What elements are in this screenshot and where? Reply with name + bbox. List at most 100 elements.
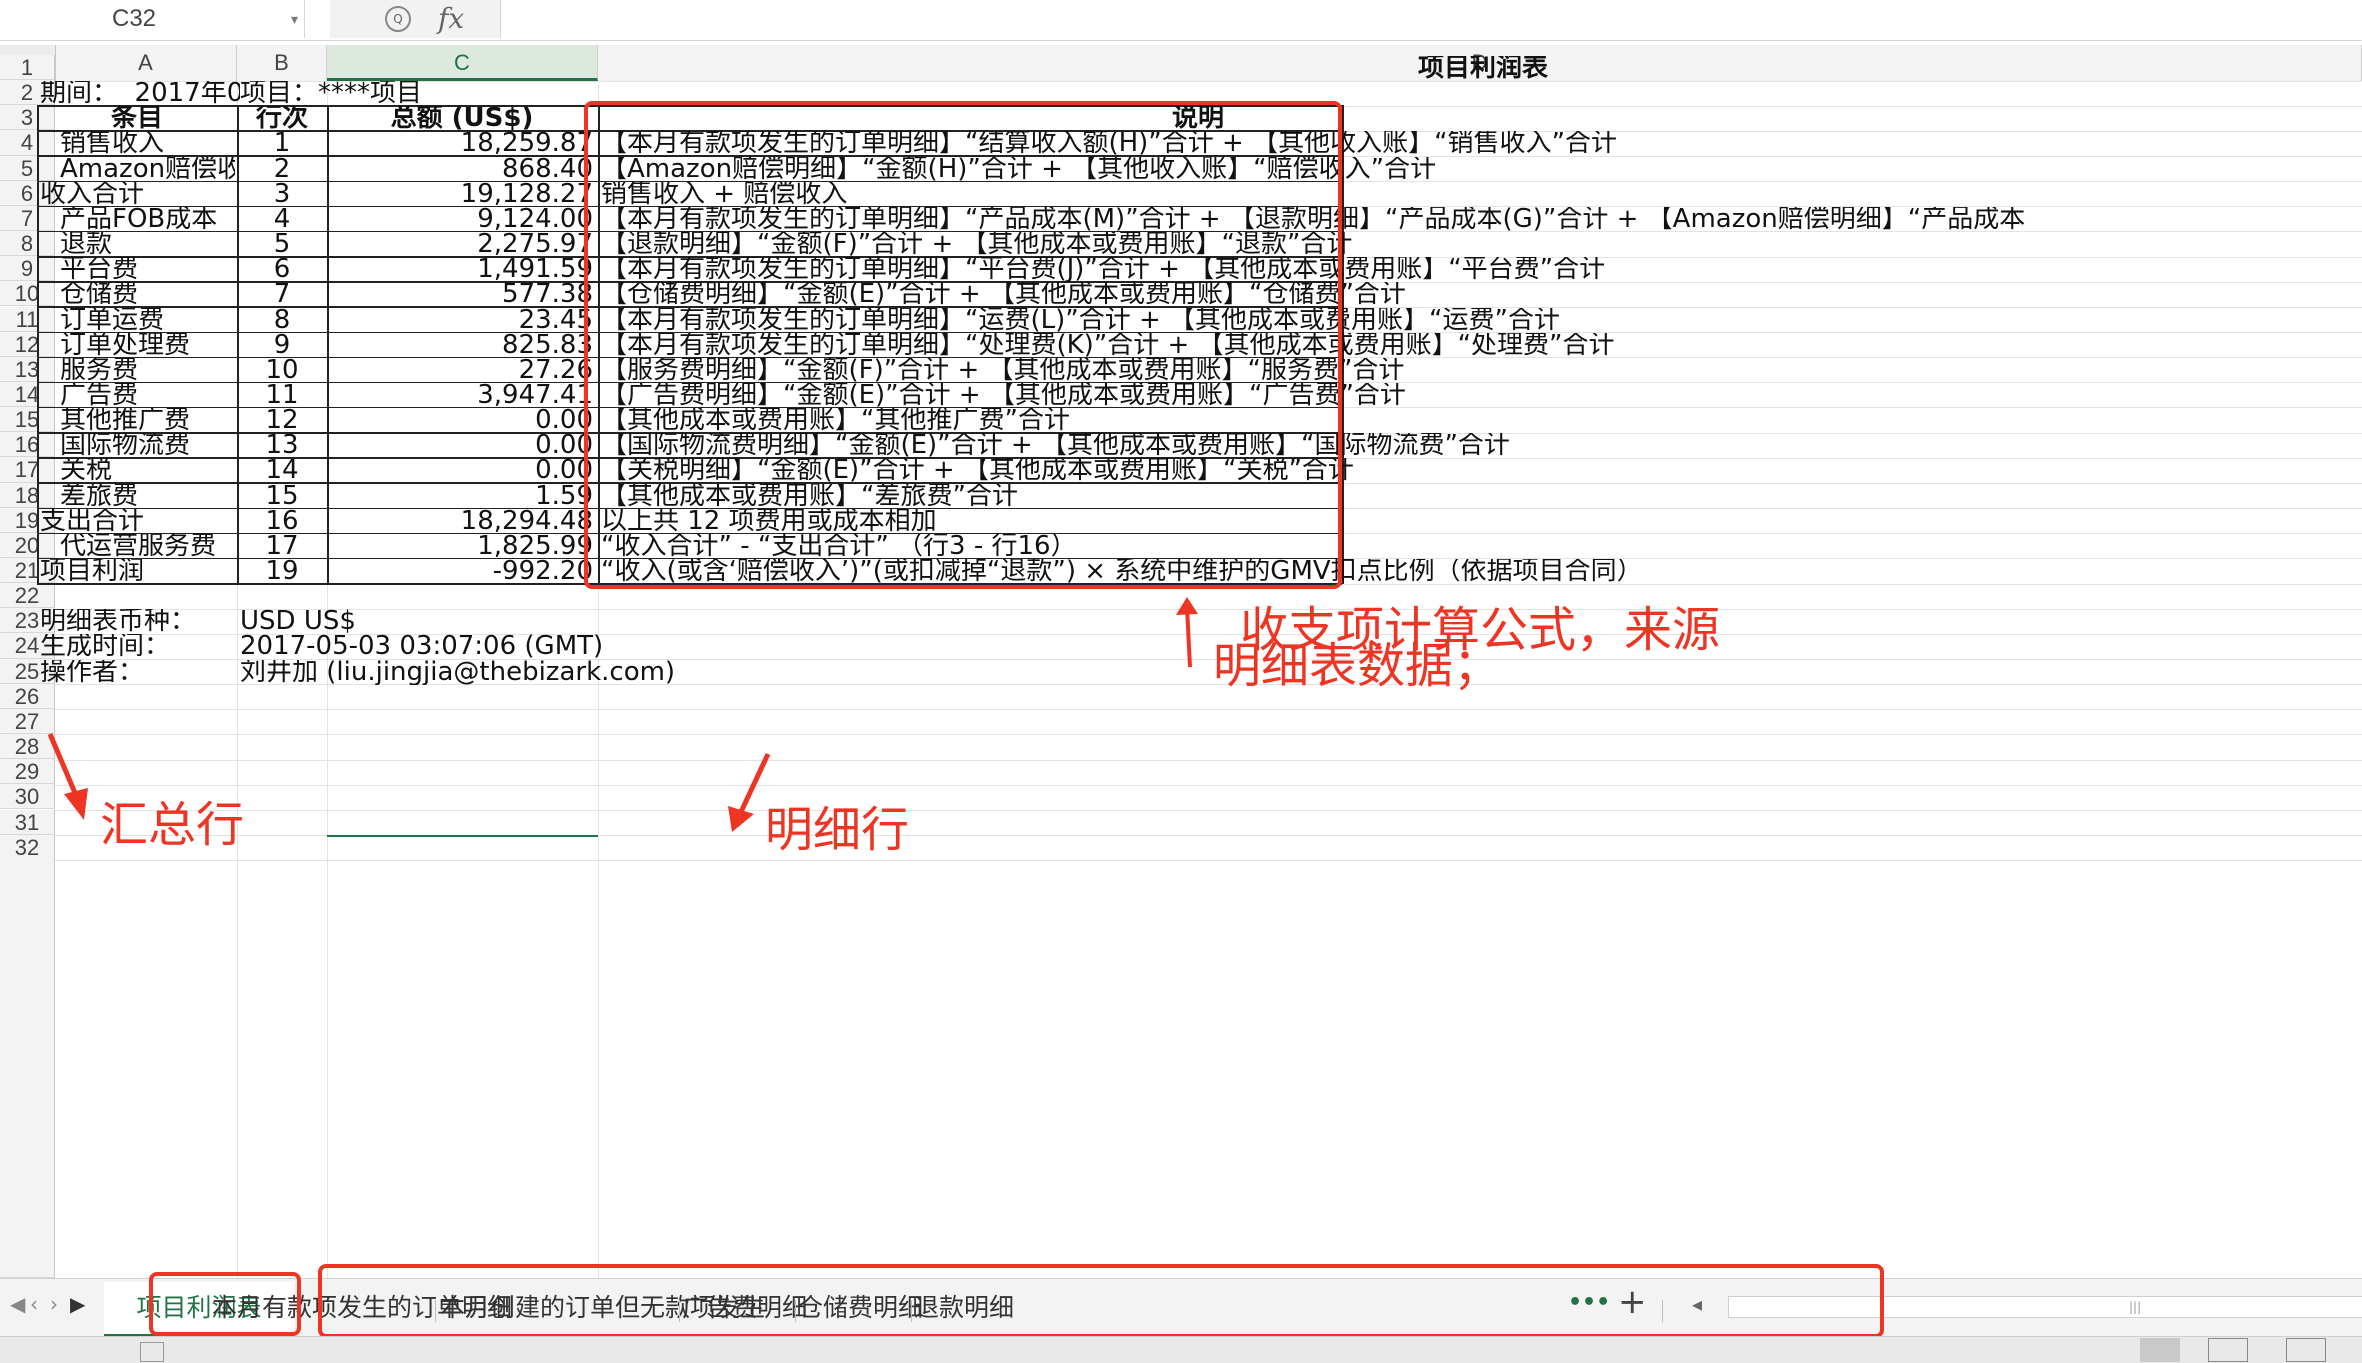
total-cell[interactable]: 18,259.87 — [327, 131, 595, 156]
row-number-cell[interactable]: 8 — [237, 308, 327, 333]
total-cell[interactable]: 0.00 — [327, 408, 595, 433]
row-header-16[interactable]: 16 — [0, 432, 55, 458]
total-cell[interactable]: 3,947.41 — [327, 383, 595, 408]
row-header-11[interactable]: 11 — [0, 306, 55, 332]
tab-nav-first-icon[interactable]: ◀ — [10, 1292, 25, 1316]
name-box[interactable]: C32 ▾ — [0, 0, 305, 38]
row-number-cell[interactable]: 9 — [237, 333, 327, 358]
item-cell[interactable]: 差旅费 — [60, 484, 235, 509]
tab-nav-last-icon[interactable]: ▶ — [70, 1292, 85, 1316]
total-cell[interactable]: 1.59 — [327, 484, 595, 509]
item-cell[interactable]: 订单运费 — [60, 308, 235, 333]
arrow-down-icon — [47, 733, 88, 820]
item-cell[interactable]: 支出合计 — [40, 509, 235, 534]
row-header-1[interactable]: 1 — [0, 55, 55, 81]
total-cell[interactable]: 0.00 — [327, 433, 595, 458]
item-cell[interactable]: 关税 — [60, 458, 235, 483]
total-cell[interactable]: 1,491.59 — [327, 257, 595, 282]
item-cell[interactable]: 广告费 — [60, 383, 235, 408]
item-cell[interactable]: 平台费 — [60, 257, 235, 282]
row-header-32[interactable]: 32 — [0, 834, 55, 1278]
row-number-cell[interactable]: 13 — [237, 433, 327, 458]
row-header-22[interactable]: 22 — [0, 583, 55, 609]
chevron-down-icon[interactable]: ▾ — [291, 0, 298, 38]
row-header-27[interactable]: 27 — [0, 708, 55, 735]
footer-value[interactable]: 2017-05-03 03:07:06 (GMT) — [240, 634, 840, 659]
total-cell[interactable]: 868.40 — [327, 157, 595, 182]
gridline-h — [55, 809, 2362, 811]
total-cell[interactable]: 0.00 — [327, 458, 595, 483]
row-number-cell[interactable]: 1 — [237, 131, 327, 156]
row-header-15[interactable]: 15 — [0, 407, 55, 433]
item-cell[interactable]: 项目利润 — [40, 559, 235, 584]
row-number-cell[interactable]: 7 — [237, 282, 327, 307]
total-cell[interactable]: 19,128.27 — [327, 182, 595, 207]
footer-label[interactable]: 操作者： — [40, 660, 235, 685]
row-number-cell[interactable]: 19 — [237, 559, 327, 584]
item-cell[interactable]: Amazon赔偿收入 — [60, 157, 235, 182]
summary-note: 汇总行 — [100, 797, 245, 853]
row-number-cell[interactable]: 12 — [237, 408, 327, 433]
row-header-17[interactable]: 17 — [0, 457, 55, 483]
row-header-14[interactable]: 14 — [0, 381, 55, 408]
item-cell[interactable]: 收入合计 — [40, 182, 235, 207]
footer-label[interactable]: 明细表币种： — [40, 609, 235, 634]
gridline-h — [55, 734, 2362, 736]
sheet-list-icon[interactable] — [140, 1342, 164, 1362]
item-cell[interactable]: 国际物流费 — [60, 433, 235, 458]
page-layout-view-icon[interactable] — [2208, 1338, 2248, 1362]
zoom-icon[interactable]: Q — [385, 6, 411, 32]
row-number-cell[interactable]: 6 — [237, 257, 327, 282]
row-number-cell[interactable]: 14 — [237, 458, 327, 483]
function-icon[interactable]: fx — [438, 2, 464, 35]
row-header-18[interactable]: 18 — [0, 482, 55, 508]
row-number-cell[interactable]: 10 — [237, 358, 327, 383]
item-cell[interactable]: 服务费 — [60, 358, 235, 383]
row-number-cell[interactable]: 5 — [237, 232, 327, 257]
row-header-26[interactable]: 26 — [0, 683, 55, 709]
total-cell[interactable]: 825.83 — [327, 333, 595, 358]
tab-nav-next-icon[interactable]: › — [50, 1292, 58, 1316]
total-cell[interactable]: 18,294.48 — [327, 509, 595, 534]
item-cell[interactable]: 仓储费 — [60, 282, 235, 307]
row-header-13[interactable]: 13 — [0, 356, 55, 382]
tab-nav-prev-icon[interactable]: ‹ — [30, 1292, 38, 1316]
row-number-cell[interactable]: 4 — [237, 207, 327, 232]
row-header-9[interactable]: 9 — [0, 256, 55, 282]
row-number-cell[interactable]: 2 — [237, 157, 327, 182]
column-header-b[interactable]: B — [237, 45, 327, 81]
total-cell[interactable]: -992.20 — [327, 559, 595, 584]
footer-value[interactable]: USD US$ — [240, 609, 840, 634]
footer-value[interactable]: 刘井加 (liu.jingjia@thebizark.com) — [240, 660, 840, 685]
row-header-4[interactable]: 4 — [0, 130, 55, 156]
footer-label[interactable]: 生成时间： — [40, 634, 235, 659]
total-cell[interactable]: 577.38 — [327, 282, 595, 307]
row-number-cell[interactable]: 16 — [237, 509, 327, 534]
row-header-20[interactable]: 20 — [0, 532, 55, 558]
normal-view-icon[interactable] — [2140, 1338, 2180, 1362]
row-number-cell[interactable]: 11 — [237, 383, 327, 408]
item-cell[interactable]: 销售收入 — [60, 131, 235, 156]
row-number-cell[interactable]: 17 — [237, 534, 327, 559]
column-header-c[interactable]: C — [327, 45, 598, 81]
row-number-cell[interactable]: 15 — [237, 484, 327, 509]
row-header-7[interactable]: 7 — [0, 205, 55, 232]
total-cell[interactable]: 1,825.99 — [327, 534, 595, 559]
detail-note: 明细行 — [765, 802, 910, 858]
item-cell[interactable]: 产品FOB成本 — [60, 207, 235, 232]
item-cell[interactable]: 其他推广费 — [60, 408, 235, 433]
total-cell[interactable]: 27.26 — [327, 358, 595, 383]
row-number-cell[interactable]: 3 — [237, 182, 327, 207]
column-header-a[interactable]: A — [55, 45, 237, 81]
item-cell[interactable]: 订单处理费 — [60, 333, 235, 358]
total-cell[interactable]: 9,124.00 — [327, 207, 595, 232]
row-header-12[interactable]: 12 — [0, 331, 55, 357]
total-cell[interactable]: 23.45 — [327, 308, 595, 333]
item-cell[interactable]: 退款 — [60, 232, 235, 257]
total-cell[interactable]: 2,275.97 — [327, 232, 595, 257]
page-break-view-icon[interactable] — [2286, 1338, 2326, 1362]
item-cell[interactable]: 代运营服务费 — [60, 534, 235, 559]
row-header-10[interactable]: 10 — [0, 281, 55, 307]
row-header-8[interactable]: 8 — [0, 231, 55, 257]
row-header-5[interactable]: 5 — [0, 155, 55, 181]
